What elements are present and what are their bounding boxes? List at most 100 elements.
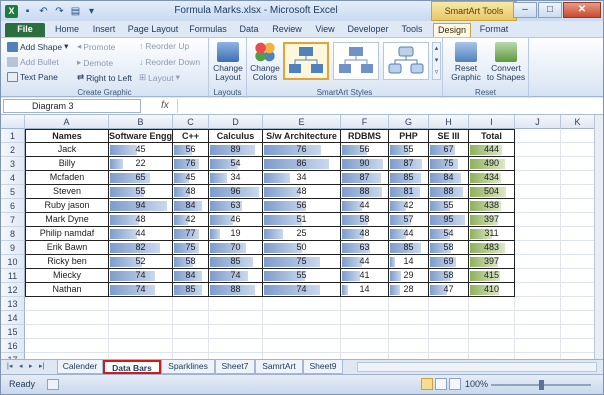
empty-cell[interactable] (561, 241, 595, 255)
empty-cell[interactable] (561, 283, 595, 297)
empty-cell[interactable] (515, 325, 561, 339)
header-cell[interactable]: Total (469, 129, 515, 143)
data-bar-cell[interactable]: 51 (263, 213, 341, 227)
add-shape-button[interactable]: Add Shape ▾ (7, 41, 68, 52)
column-header[interactable]: A (25, 115, 109, 129)
data-bar-cell[interactable]: 96 (209, 185, 263, 199)
data-bar-cell[interactable]: 14 (341, 283, 389, 297)
empty-cell[interactable] (469, 297, 515, 311)
data-bar-cell[interactable]: 504 (469, 185, 515, 199)
reorder-down-button[interactable]: ↓ Reorder Down (139, 57, 200, 67)
empty-cell[interactable] (341, 325, 389, 339)
header-cell[interactable]: C++ (173, 129, 209, 143)
data-bar-cell[interactable]: 74 (263, 283, 341, 297)
normal-view-icon[interactable] (421, 378, 433, 390)
row-header[interactable]: 3 (1, 157, 25, 171)
empty-cell[interactable] (263, 297, 341, 311)
column-header[interactable]: J (515, 115, 561, 129)
row-header[interactable]: 16 (1, 339, 25, 353)
data-bar-cell[interactable]: 41 (341, 269, 389, 283)
data-bar-cell[interactable]: 56 (263, 199, 341, 213)
print-icon[interactable]: ▤ (69, 5, 82, 18)
empty-cell[interactable] (561, 213, 595, 227)
row-header[interactable]: 13 (1, 297, 25, 311)
horizontal-scrollbar[interactable] (357, 362, 597, 372)
data-bar-cell[interactable]: 19 (209, 227, 263, 241)
empty-cell[interactable] (341, 311, 389, 325)
data-bar-cell[interactable]: 410 (469, 283, 515, 297)
data-bar-cell[interactable]: 81 (389, 185, 429, 199)
header-cell[interactable]: S/w Architecture (263, 129, 341, 143)
empty-cell[interactable] (109, 339, 173, 353)
data-bar-cell[interactable]: 58 (341, 213, 389, 227)
smartart-style-2[interactable] (333, 42, 379, 80)
change-layout-button[interactable]: Change Layout (211, 42, 245, 82)
name-cell[interactable]: Jack (25, 143, 109, 157)
data-bar-cell[interactable]: 63 (341, 241, 389, 255)
empty-cell[interactable] (515, 213, 561, 227)
data-bar-cell[interactable]: 87 (341, 171, 389, 185)
data-bar-cell[interactable]: 438 (469, 199, 515, 213)
tab-home[interactable]: Home (51, 23, 83, 37)
minimize-button[interactable]: – (513, 2, 537, 18)
last-sheet-icon[interactable]: ▸| (39, 362, 44, 370)
data-bar-cell[interactable]: 28 (389, 283, 429, 297)
reorder-up-button[interactable]: ↑ Reorder Up (139, 41, 189, 51)
name-cell[interactable]: Ruby jason (25, 199, 109, 213)
data-bar-cell[interactable]: 45 (109, 143, 173, 157)
name-cell[interactable]: Philip namdaf (25, 227, 109, 241)
data-bar-cell[interactable]: 48 (341, 227, 389, 241)
data-bar-cell[interactable]: 90 (341, 157, 389, 171)
header-cell[interactable]: Software Engg (109, 129, 173, 143)
header-cell[interactable]: RDBMS (341, 129, 389, 143)
empty-cell[interactable] (173, 339, 209, 353)
data-bar-cell[interactable]: 444 (469, 143, 515, 157)
name-cell[interactable]: Erik Bawn (25, 241, 109, 255)
empty-cell[interactable] (173, 311, 209, 325)
data-bar-cell[interactable]: 415 (469, 269, 515, 283)
smartart-style-3[interactable] (383, 42, 429, 80)
tab-format[interactable]: Format (475, 23, 513, 37)
worksheet[interactable]: A B C D E F G H I J K 1 2 3 4 5 6 7 8 9 10 11 12 13 1… (1, 115, 595, 359)
empty-cell[interactable] (429, 325, 469, 339)
data-bar-cell[interactable]: 47 (429, 283, 469, 297)
empty-cell[interactable] (515, 129, 561, 143)
empty-cell[interactable] (561, 311, 595, 325)
redo-icon[interactable]: ↷ (53, 5, 66, 18)
empty-cell[interactable] (429, 311, 469, 325)
column-header[interactable]: F (341, 115, 389, 129)
empty-cell[interactable] (515, 227, 561, 241)
data-bar-cell[interactable]: 54 (429, 227, 469, 241)
empty-cell[interactable] (341, 297, 389, 311)
data-bar-cell[interactable]: 52 (109, 255, 173, 269)
column-header[interactable]: I (469, 115, 515, 129)
data-bar-cell[interactable]: 58 (173, 255, 209, 269)
data-bar-cell[interactable]: 75 (173, 241, 209, 255)
empty-cell[interactable] (561, 199, 595, 213)
name-cell[interactable]: Nathan (25, 283, 109, 297)
add-bullet-button[interactable]: Add Bullet (7, 57, 59, 67)
empty-cell[interactable] (561, 325, 595, 339)
convert-to-shapes-button[interactable]: Convert to Shapes (485, 42, 527, 82)
column-header[interactable]: K (561, 115, 595, 129)
tab-file[interactable]: File (5, 23, 45, 37)
data-bar-cell[interactable]: 14 (389, 255, 429, 269)
smartart-style-1[interactable] (283, 42, 329, 80)
data-bar-cell[interactable]: 70 (209, 241, 263, 255)
data-bar-cell[interactable]: 85 (209, 255, 263, 269)
empty-cell[interactable] (515, 269, 561, 283)
sheet-tab-calender[interactable]: Calender (57, 360, 103, 374)
data-bar-cell[interactable]: 311 (469, 227, 515, 241)
data-bar-cell[interactable]: 55 (429, 199, 469, 213)
empty-cell[interactable] (209, 311, 263, 325)
empty-cell[interactable] (109, 297, 173, 311)
tab-tools[interactable]: Tools (397, 23, 427, 37)
data-bar-cell[interactable]: 65 (109, 171, 173, 185)
first-sheet-icon[interactable]: |◂ (7, 362, 12, 370)
excel-logo-icon[interactable]: X (5, 4, 18, 18)
empty-cell[interactable] (429, 339, 469, 353)
empty-cell[interactable] (515, 241, 561, 255)
empty-cell[interactable] (389, 325, 429, 339)
data-bar-cell[interactable]: 88 (429, 185, 469, 199)
row-header[interactable]: 5 (1, 185, 25, 199)
